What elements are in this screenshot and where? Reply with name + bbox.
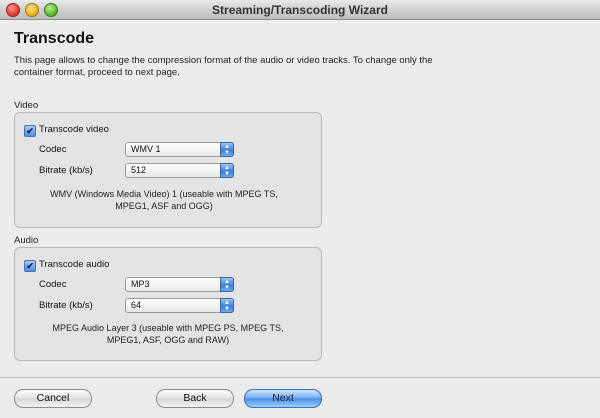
video-group: ✔ Transcode video Codec WMV 1 ▲ ▼ Bitrate… xyxy=(14,112,322,228)
video-codec-select[interactable]: WMV 1 ▲ ▼ xyxy=(125,142,234,157)
audio-group: ✔ Transcode audio Codec MP3 ▲ ▼ Bitrate (… xyxy=(14,247,322,361)
next-button[interactable]: Next xyxy=(244,389,322,408)
audio-codec-note: MPEG Audio Layer 3 (useable with MPEG PS… xyxy=(52,323,284,345)
transcode-video-label: Transcode video xyxy=(39,124,109,135)
transcode-video-checkbox[interactable]: ✔ xyxy=(24,125,36,137)
video-codec-value: WMV 1 xyxy=(131,144,161,154)
audio-bitrate-select[interactable]: 64 ▲ ▼ xyxy=(125,298,234,313)
wizard-window: Streaming/Transcoding Wizard Transcode T… xyxy=(0,0,600,418)
page-description: This page allows to change the compressi… xyxy=(14,55,433,78)
audio-bitrate-value: 64 xyxy=(131,300,142,310)
page-title: Transcode xyxy=(14,30,95,47)
video-bitrate-select[interactable]: 512 ▲ ▼ xyxy=(125,163,234,178)
cancel-button[interactable]: Cancel xyxy=(14,389,92,408)
audio-codec-select[interactable]: MP3 ▲ ▼ xyxy=(125,277,234,292)
updown-arrows-icon: ▲ ▼ xyxy=(220,142,234,157)
updown-arrows-icon: ▲ ▼ xyxy=(220,277,234,292)
video-codec-note: WMV (Windows Media Video) 1 (useable wit… xyxy=(50,189,278,211)
window-title: Streaming/Transcoding Wizard xyxy=(212,3,388,17)
back-button[interactable]: Back xyxy=(156,389,234,408)
footer-divider xyxy=(0,377,600,378)
video-bitrate-value: 512 xyxy=(131,165,147,175)
audio-bitrate-label: Bitrate (kb/s) xyxy=(39,300,93,311)
updown-arrows-icon: ▲ ▼ xyxy=(220,163,234,178)
transcode-audio-checkbox[interactable]: ✔ xyxy=(24,260,36,272)
audio-codec-label: Codec xyxy=(39,279,67,290)
title-bar[interactable]: Streaming/Transcoding Wizard xyxy=(0,0,600,20)
audio-group-label: Audio xyxy=(14,235,39,246)
audio-codec-value: MP3 xyxy=(131,279,150,289)
video-codec-label: Codec xyxy=(39,144,67,155)
video-bitrate-label: Bitrate (kb/s) xyxy=(39,165,93,176)
updown-arrows-icon: ▲ ▼ xyxy=(220,298,234,313)
video-group-label: Video xyxy=(14,100,39,111)
transcode-audio-label: Transcode audio xyxy=(39,259,110,270)
